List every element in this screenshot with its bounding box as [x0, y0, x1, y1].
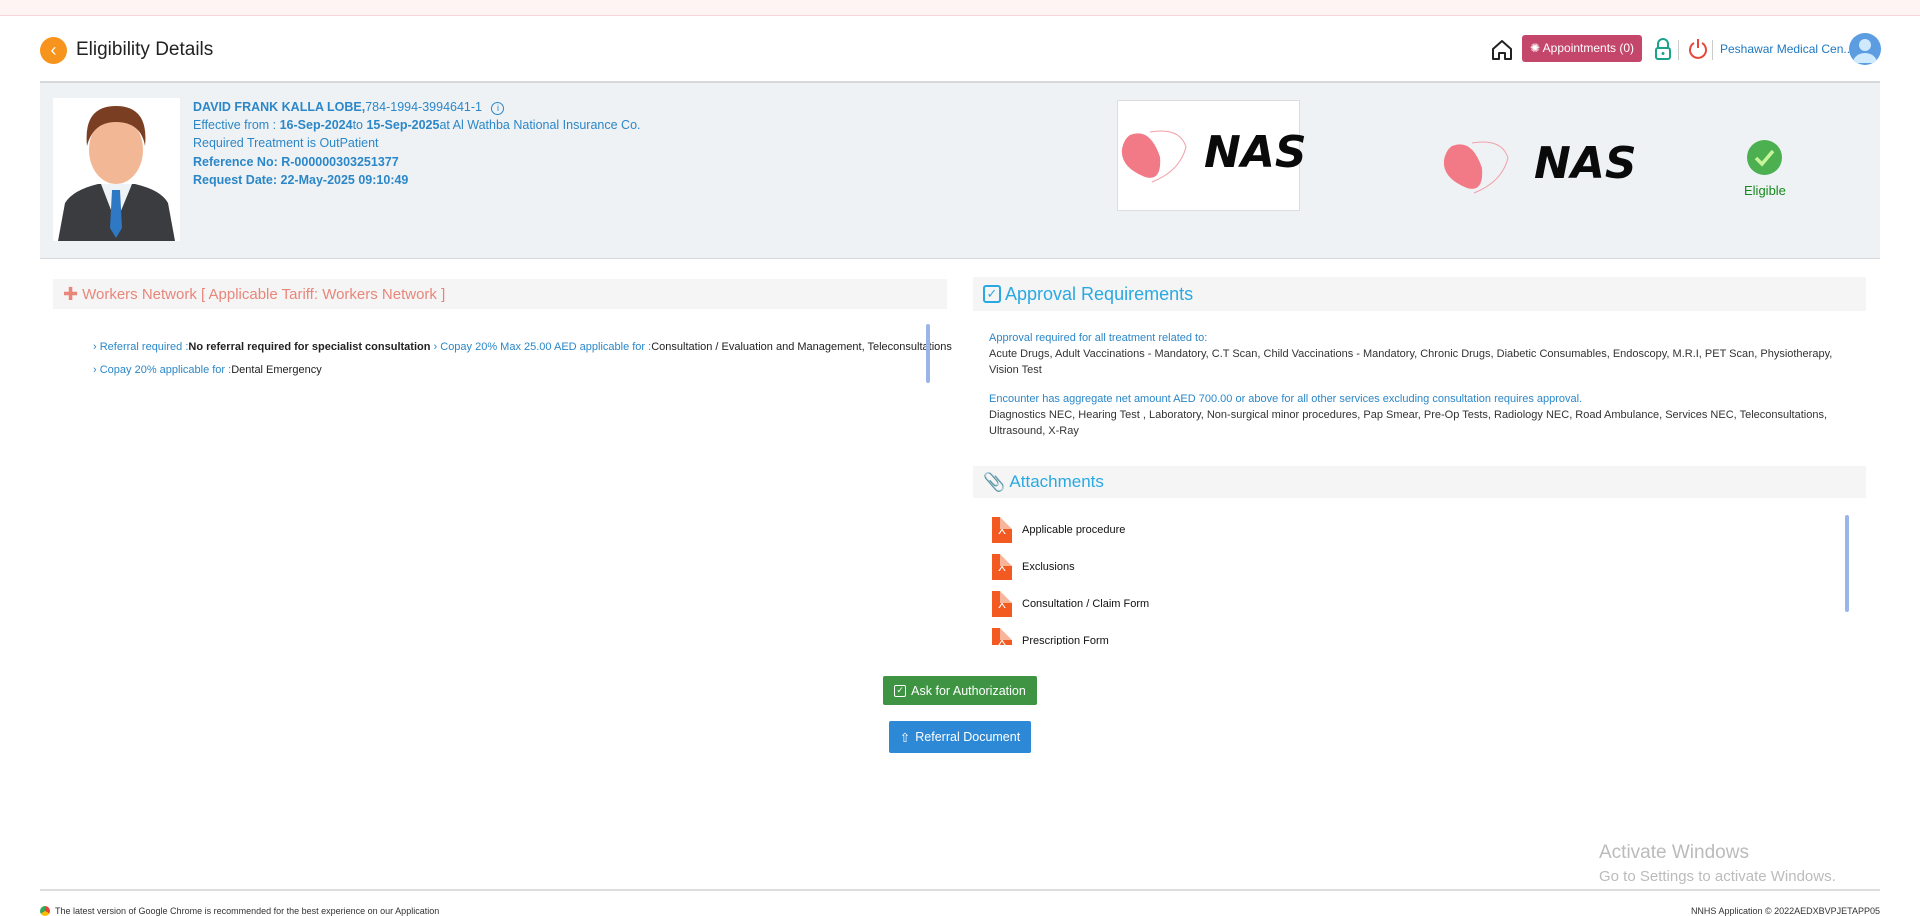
- reference-number: Reference No: R-000000303251377: [193, 155, 399, 169]
- pdf-icon: ⅄: [992, 628, 1012, 645]
- emirates-id: 784-1994-3994641-1: [365, 100, 482, 114]
- eligibility-status: Eligible: [1744, 183, 1786, 198]
- approval-group: Encounter has aggregate net amount AED 7…: [989, 393, 1828, 437]
- treatment-line: Required Treatment is OutPatient: [193, 136, 379, 150]
- chrome-icon: [40, 906, 50, 916]
- footer-divider: [40, 889, 1880, 891]
- scrollbar[interactable]: [926, 324, 930, 383]
- payer-logo: NAS: [1117, 100, 1307, 211]
- upload-icon: ⇧: [899, 730, 911, 745]
- approval-title: Approval Requirements: [1005, 283, 1194, 304]
- scrollbar[interactable]: [1845, 515, 1849, 612]
- checkbox-icon: ✓: [894, 684, 907, 697]
- footer-copyright: NNHS Application © 2022AEDXBVPJETAPP05: [1690, 906, 1880, 916]
- user-avatar[interactable]: [1849, 33, 1881, 65]
- attachment-item[interactable]: ⅄ Prescription Form: [992, 628, 1109, 645]
- appointments-label: Appointments (0): [1542, 41, 1635, 55]
- patient-name-line: DAVID FRANK KALLA LOBE,784-1994-3994641-…: [193, 100, 505, 115]
- home-icon[interactable]: [1490, 38, 1514, 62]
- nas-logo-mark: [1443, 141, 1509, 194]
- paperclip-icon: 📎: [983, 471, 1006, 492]
- approval-header: ✓ Approval Requirements: [973, 277, 1866, 311]
- patient-photo: [53, 98, 180, 241]
- pdf-icon: ⅄: [992, 591, 1012, 617]
- checkbox-icon: ✓: [983, 285, 1001, 303]
- attachments-header: 📎 Attachments: [973, 466, 1866, 498]
- ask-authorization-button[interactable]: ✓ Ask for Authorization: [883, 676, 1037, 705]
- page-title: Eligibility Details: [76, 39, 214, 60]
- info-icon[interactable]: i: [491, 102, 505, 115]
- pdf-icon: ⅄: [992, 517, 1012, 543]
- check-circle-icon: [1747, 140, 1782, 175]
- nas-logo-text: NAS: [1204, 127, 1307, 178]
- effective-line: Effective from : 16-Sep-2024to 15-Sep-20…: [193, 118, 641, 132]
- attachments-title: Attachments: [1009, 472, 1104, 491]
- medical-cross-icon: ✚: [63, 283, 79, 304]
- windows-watermark-title: Activate Windows: [1599, 842, 1749, 863]
- person-icon: [58, 106, 175, 241]
- network-rules-line-1: › Referral required :No referral require…: [93, 341, 952, 353]
- back-button[interactable]: ‹: [40, 37, 67, 64]
- windows-watermark-subtitle: Go to Settings to activate Windows.: [1599, 868, 1836, 885]
- payer-logo-secondary: NAS: [1442, 138, 1637, 198]
- network-title: Workers Network [ Applicable Tariff: Wor…: [82, 285, 446, 303]
- nas-logo-text: NAS: [1534, 138, 1637, 189]
- divider: [1678, 40, 1679, 60]
- appointments-button[interactable]: ✺ Appointments (0): [1522, 35, 1642, 62]
- footer-browser-note: The latest version of Google Chrome is r…: [40, 906, 439, 916]
- network-rules-line-2: › Copay 20% applicable for :Dental Emerg…: [93, 364, 322, 376]
- appointments-icon: ✺: [1529, 41, 1543, 55]
- attachments-list: ⅄ Applicable procedure ⅄ Exclusions ⅄ Consu…: [973, 512, 1853, 645]
- patient-name: DAVID FRANK KALLA LOBE,: [193, 100, 366, 114]
- browser-bookmarks-strip: [0, 0, 1920, 16]
- lock-icon[interactable]: [1654, 38, 1672, 60]
- pdf-icon: ⅄: [992, 554, 1012, 580]
- organization-name[interactable]: Peshawar Medical Cen...: [1720, 42, 1853, 56]
- request-date: Request Date: 22-May-2025 09:10:49: [193, 173, 409, 187]
- divider: [1712, 40, 1713, 60]
- approval-group: Approval required for all treatment rela…: [989, 332, 1833, 376]
- referral-document-button[interactable]: ⇧ Referral Document: [889, 721, 1031, 753]
- power-icon[interactable]: [1688, 38, 1708, 60]
- attachment-item[interactable]: ⅄ Exclusions: [992, 554, 1075, 580]
- network-header: ✚ Workers Network [ Applicable Tariff: Wo…: [53, 279, 947, 309]
- attachment-item[interactable]: ⅄ Consultation / Claim Form: [992, 591, 1149, 617]
- nas-logo-mark: [1121, 130, 1187, 183]
- attachment-item[interactable]: ⅄ Applicable procedure: [992, 517, 1125, 543]
- user-icon: [1853, 39, 1877, 63]
